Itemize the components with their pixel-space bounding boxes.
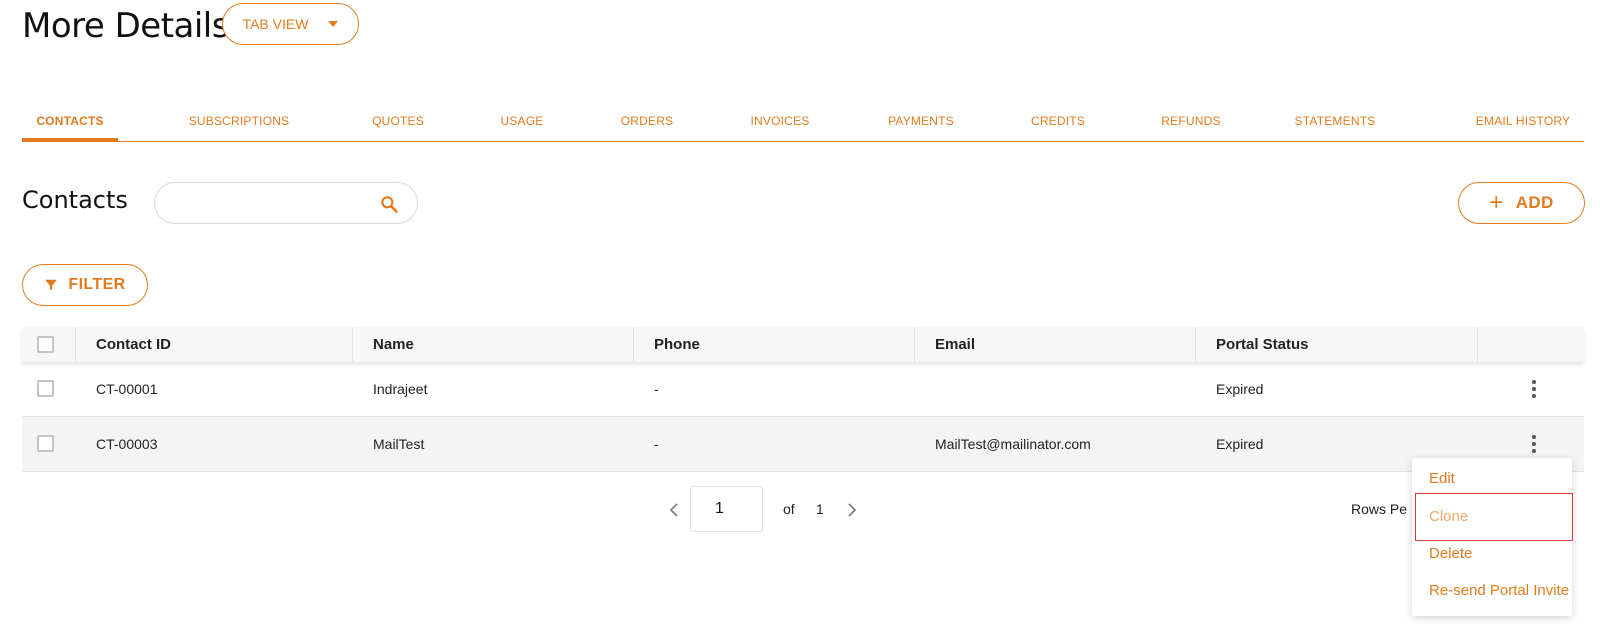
contacts-table: Contact ID Name Phone Email Portal Statu… xyxy=(22,327,1584,472)
rows-per-page-label: Rows Pe xyxy=(1351,501,1408,517)
add-label: ADD xyxy=(1515,193,1554,212)
tab-usage[interactable]: USAGE xyxy=(492,100,552,141)
column-header-portal-status[interactable]: Portal Status xyxy=(1195,327,1477,362)
cell-portal-status: Expired xyxy=(1216,436,1264,452)
row-checkbox[interactable] xyxy=(37,435,54,452)
previous-page-icon[interactable] xyxy=(664,500,684,520)
search-box xyxy=(154,182,418,224)
caret-down-icon xyxy=(328,21,339,27)
cell-contact-id: CT-00003 xyxy=(96,436,158,452)
table-row: CT-00003 MailTest - MailTest@mailinator.… xyxy=(22,417,1584,472)
tab-invoices[interactable]: INVOICES xyxy=(741,100,819,141)
tab-statements[interactable]: STATEMENTS xyxy=(1288,100,1382,141)
row-actions-menu-icon[interactable] xyxy=(1522,432,1546,456)
column-header-name[interactable]: Name xyxy=(352,327,633,362)
cell-portal-status: Expired xyxy=(1216,381,1264,397)
section-title: Contacts xyxy=(22,186,128,214)
column-header-actions xyxy=(1477,327,1584,362)
tab-bar: CONTACTS SUBSCRIPTIONS QUOTES USAGE ORDE… xyxy=(22,100,1584,142)
add-contact-button[interactable]: + ADD xyxy=(1458,182,1585,224)
table-header: Contact ID Name Phone Email Portal Statu… xyxy=(22,327,1584,362)
menu-item-clone[interactable]: Clone xyxy=(1429,508,1468,525)
select-all-checkbox[interactable] xyxy=(37,336,54,353)
cell-phone: - xyxy=(654,381,659,397)
tab-orders[interactable]: ORDERS xyxy=(614,100,680,141)
of-label: of xyxy=(783,501,795,517)
table-row: CT-00001 Indrajeet - Expired xyxy=(22,362,1584,417)
cell-contact-id: CT-00001 xyxy=(96,381,158,397)
tab-view-dropdown-button[interactable]: TAB VIEW xyxy=(222,3,359,45)
active-tab-indicator xyxy=(22,138,118,142)
filter-icon xyxy=(45,279,58,291)
page-number-input[interactable] xyxy=(690,486,763,532)
tab-credits[interactable]: CREDITS xyxy=(1022,100,1094,141)
row-actions-menu: Edit Clone Delete Re-send Portal Invite xyxy=(1412,458,1573,616)
menu-item-resend-portal-invite[interactable]: Re-send Portal Invite xyxy=(1429,582,1569,599)
tab-view-label: TAB VIEW xyxy=(242,16,309,32)
filter-label: FILTER xyxy=(68,276,126,293)
total-pages: 1 xyxy=(816,501,824,517)
column-header-email[interactable]: Email xyxy=(914,327,1195,362)
search-input[interactable] xyxy=(171,191,371,215)
cell-phone: - xyxy=(654,436,659,452)
tab-payments[interactable]: PAYMENTS xyxy=(879,100,963,141)
search-icon[interactable] xyxy=(379,194,399,214)
tab-quotes[interactable]: QUOTES xyxy=(362,100,434,141)
row-actions-menu-icon[interactable] xyxy=(1522,377,1546,401)
tab-email-history[interactable]: EMAIL HISTORY xyxy=(1468,100,1578,141)
cell-name: MailTest xyxy=(373,436,425,452)
cell-name: Indrajeet xyxy=(373,381,428,397)
page-title: More Details xyxy=(22,6,229,46)
row-checkbox[interactable] xyxy=(37,380,54,397)
plus-icon: + xyxy=(1489,189,1504,216)
menu-item-edit[interactable]: Edit xyxy=(1429,470,1455,487)
tab-refunds[interactable]: REFUNDS xyxy=(1154,100,1228,141)
column-header-phone[interactable]: Phone xyxy=(633,327,914,362)
next-page-icon[interactable] xyxy=(842,500,862,520)
cell-email: MailTest@mailinator.com xyxy=(935,436,1091,452)
column-header-contact-id[interactable]: Contact ID xyxy=(75,327,352,362)
menu-item-delete[interactable]: Delete xyxy=(1429,545,1472,562)
tab-contacts[interactable]: CONTACTS xyxy=(22,100,118,141)
filter-button[interactable]: FILTER xyxy=(22,264,148,306)
tab-subscriptions[interactable]: SUBSCRIPTIONS xyxy=(184,100,294,141)
